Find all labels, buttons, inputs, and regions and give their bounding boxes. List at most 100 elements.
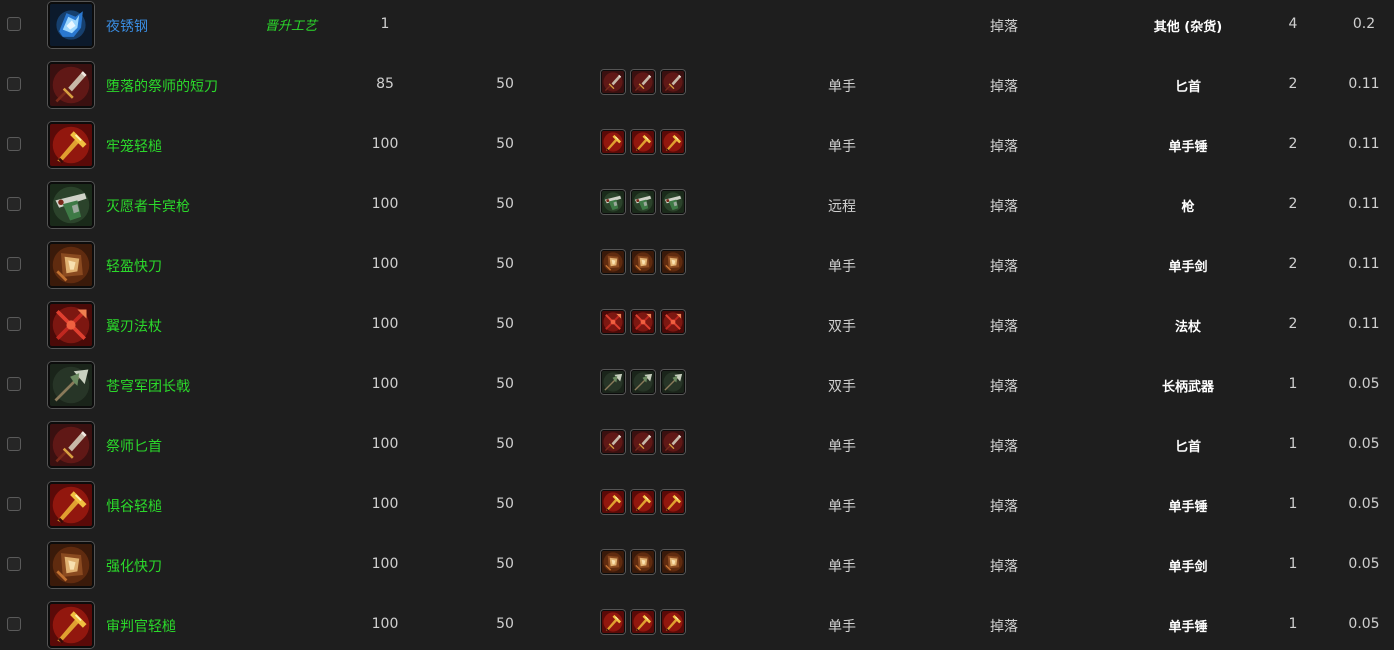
item-type: 其他 (杂货) <box>1153 20 1223 35</box>
drop-count: 1 <box>1288 436 1298 452</box>
gun-variant-icon[interactable] <box>631 190 655 214</box>
mace-variant-icon[interactable] <box>601 130 625 154</box>
item-slot: 单手 <box>828 559 856 575</box>
table-row[interactable]: 牢笼轻槌 100 50 单手 掉落 单手锤 2 0.11 <box>0 118 1394 178</box>
sword-icon[interactable] <box>48 542 94 588</box>
table-row[interactable]: 祭师匕首 100 50 单手 掉落 匕首 1 0.05 <box>0 418 1394 478</box>
item-name-link[interactable]: 苍穹军团长戟 <box>106 376 190 396</box>
row-select-checkbox[interactable] <box>7 77 21 91</box>
row-select-checkbox[interactable] <box>7 497 21 511</box>
row-select-checkbox[interactable] <box>7 617 21 631</box>
mace-variant-icon[interactable] <box>631 610 655 634</box>
sword-variant-icon[interactable] <box>601 550 625 574</box>
required-level: 50 <box>496 616 514 632</box>
item-level: 100 <box>371 436 399 452</box>
dagger-variant-icon[interactable] <box>661 70 685 94</box>
dagger-variant-icon[interactable] <box>601 70 625 94</box>
item-slot: 单手 <box>828 499 856 515</box>
table-row[interactable]: 苍穹军团长戟 100 50 双手 掉落 长柄武器 1 0.05 <box>0 358 1394 418</box>
mace-icon[interactable] <box>48 122 94 168</box>
item-name-link[interactable]: 惧谷轻槌 <box>106 496 162 516</box>
dagger-variant-icon[interactable] <box>601 430 625 454</box>
item-name-link[interactable]: 灭愿者卡宾枪 <box>106 196 190 216</box>
item-name-link[interactable]: 夜锈钢 <box>106 16 148 36</box>
dagger-variant-icon[interactable] <box>631 70 655 94</box>
item-name-link[interactable]: 强化快刀 <box>106 556 162 576</box>
drop-rate: 0.05 <box>1348 376 1380 392</box>
mace-icon[interactable] <box>48 482 94 528</box>
item-slot: 单手 <box>828 139 856 155</box>
table-row[interactable]: 强化快刀 100 50 单手 掉落 单手剑 1 0.05 <box>0 538 1394 598</box>
row-select-checkbox[interactable] <box>7 257 21 271</box>
drop-count: 1 <box>1288 376 1298 392</box>
required-level: 50 <box>496 256 514 272</box>
drop-rate: 0.11 <box>1348 316 1380 332</box>
item-name-link[interactable]: 翼刃法杖 <box>106 316 162 336</box>
required-level: 50 <box>496 136 514 152</box>
polearm-variant-icon[interactable] <box>661 370 685 394</box>
polearm-variant-icon[interactable] <box>631 370 655 394</box>
sword-variant-icon[interactable] <box>661 550 685 574</box>
polearm-variant-icon[interactable] <box>601 370 625 394</box>
item-name-link[interactable]: 堕落的祭师的短刀 <box>106 76 218 96</box>
mace-variant-icon[interactable] <box>661 130 685 154</box>
required-level: 50 <box>496 556 514 572</box>
item-name-link[interactable]: 牢笼轻槌 <box>106 136 162 156</box>
item-level: 100 <box>371 496 399 512</box>
gun-icon[interactable] <box>48 182 94 228</box>
mace-variant-icon[interactable] <box>631 130 655 154</box>
table-row[interactable]: 堕落的祭师的短刀 85 50 单手 掉落 匕首 2 0.11 <box>0 58 1394 118</box>
item-level: 100 <box>371 136 399 152</box>
polearm-icon[interactable] <box>48 362 94 408</box>
row-select-checkbox[interactable] <box>7 17 21 31</box>
gun-variant-icon[interactable] <box>601 190 625 214</box>
table-row[interactable]: 灭愿者卡宾枪 100 50 远程 掉落 枪 2 0.11 <box>0 178 1394 238</box>
staff-variant-icon[interactable] <box>661 310 685 334</box>
drop-rate: 0.11 <box>1348 256 1380 272</box>
drop-count: 2 <box>1288 76 1298 92</box>
table-row[interactable]: 审判官轻槌 100 50 单手 掉落 单手锤 1 0.05 <box>0 598 1394 650</box>
table-row[interactable]: 翼刃法杖 100 50 双手 掉落 法杖 2 0.11 <box>0 298 1394 358</box>
row-select-checkbox[interactable] <box>7 317 21 331</box>
item-name-link[interactable]: 祭师匕首 <box>106 436 162 456</box>
sword-icon[interactable] <box>48 242 94 288</box>
drop-count: 2 <box>1288 196 1298 212</box>
mace-variant-icon[interactable] <box>661 610 685 634</box>
mace-variant-icon[interactable] <box>601 490 625 514</box>
dagger-icon[interactable] <box>48 62 94 108</box>
dagger-variant-icon[interactable] <box>631 430 655 454</box>
row-select-checkbox[interactable] <box>7 137 21 151</box>
sword-variant-icon[interactable] <box>631 250 655 274</box>
required-level: 50 <box>496 376 514 392</box>
row-select-checkbox[interactable] <box>7 557 21 571</box>
mace-icon[interactable] <box>48 602 94 648</box>
dagger-variant-icon[interactable] <box>661 430 685 454</box>
row-select-checkbox[interactable] <box>7 377 21 391</box>
row-select-checkbox[interactable] <box>7 437 21 451</box>
table-row[interactable]: 惧谷轻槌 100 50 单手 掉落 单手锤 1 0.05 <box>0 478 1394 538</box>
staff-variant-icon[interactable] <box>601 310 625 334</box>
drop-rate: 0.11 <box>1348 136 1380 152</box>
staff-variant-icon[interactable] <box>631 310 655 334</box>
item-type: 单手锤 <box>1168 500 1208 515</box>
item-source: 掉落 <box>990 79 1018 95</box>
sword-variant-icon[interactable] <box>601 250 625 274</box>
mace-variant-icon[interactable] <box>601 610 625 634</box>
sword-variant-icon[interactable] <box>631 550 655 574</box>
ore-icon[interactable] <box>48 2 94 48</box>
item-name-link[interactable]: 审判官轻槌 <box>106 616 176 636</box>
drop-count: 1 <box>1288 556 1298 572</box>
sword-variant-icon[interactable] <box>661 250 685 274</box>
row-select-checkbox[interactable] <box>7 197 21 211</box>
table-row[interactable]: 轻盈快刀 100 50 单手 掉落 单手剑 2 0.11 <box>0 238 1394 298</box>
mace-variant-icon[interactable] <box>631 490 655 514</box>
mace-variant-icon[interactable] <box>661 490 685 514</box>
item-name-link[interactable]: 轻盈快刀 <box>106 256 162 276</box>
gun-variant-icon[interactable] <box>661 190 685 214</box>
dagger-icon[interactable] <box>48 422 94 468</box>
item-type: 法杖 <box>1174 320 1201 335</box>
drop-count: 2 <box>1288 136 1298 152</box>
table-row[interactable]: 夜锈钢 晋升工艺 1 掉落 其他 (杂货) 4 0.2 <box>0 0 1394 58</box>
item-tag-link[interactable]: 晋升工艺 <box>265 15 317 34</box>
staff-icon[interactable] <box>48 302 94 348</box>
